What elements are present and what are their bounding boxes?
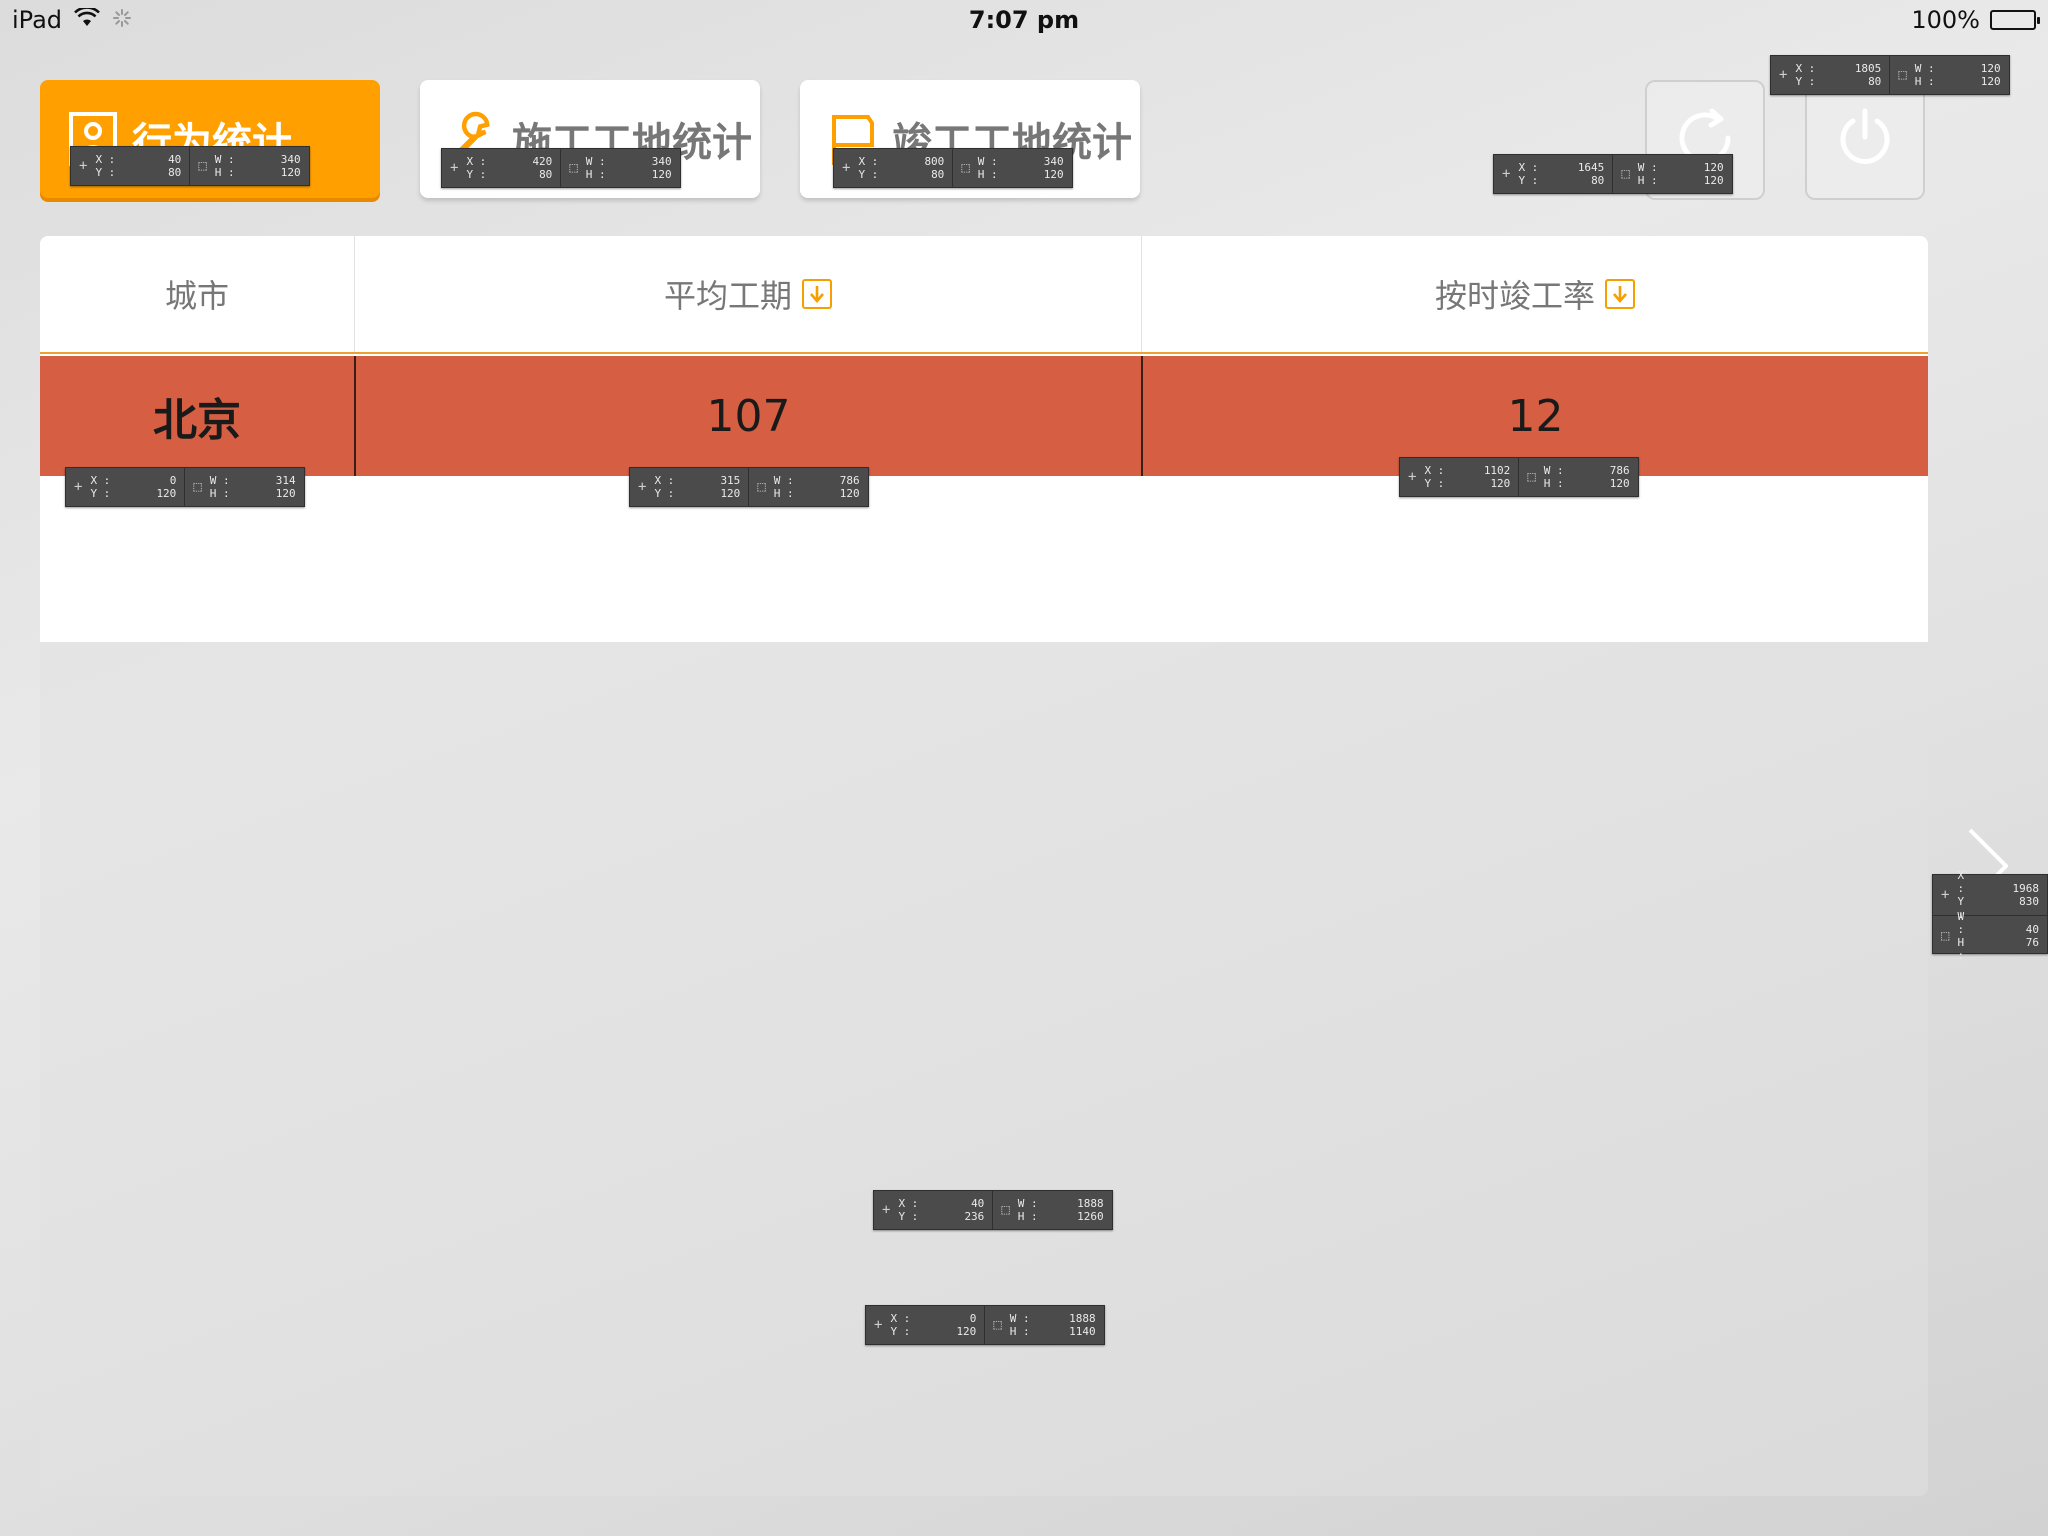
wifi-icon — [74, 6, 100, 34]
status-bar: iPad 7:07 pm 100% — [0, 0, 2048, 40]
status-right: 100% — [1911, 6, 2040, 34]
table-header: 城市 平均工期 按时竣工率 — [40, 236, 1928, 354]
activity-spinner-icon — [112, 6, 132, 34]
dimension-overlay: + X :Y :1645 80 ⬚ W :H :120 120 — [1493, 154, 1733, 194]
power-button[interactable] — [1805, 80, 1925, 200]
header-avg-duration[interactable]: 平均工期 — [354, 236, 1141, 352]
table-row[interactable]: 北京 107 12 — [40, 356, 1928, 476]
dimension-overlay: + X :Y :315 120 ⬚ W :H :786 120 — [629, 467, 869, 507]
dimension-overlay: + X :Y :800 80 ⬚ W :H :340 120 — [833, 148, 1073, 188]
device-name: iPad — [12, 6, 63, 34]
dimension-overlay: + X :Y :1102 120 ⬚ W :H :786 120 — [1399, 457, 1639, 497]
status-left: iPad — [12, 6, 132, 34]
header-on-time-rate[interactable]: 按时竣工率 — [1141, 236, 1928, 352]
dimension-overlay: + X :Y :1805 80 ⬚ W :H :120 120 — [1770, 55, 2010, 95]
status-time: 7:07 pm — [968, 6, 1080, 34]
sort-down-icon[interactable] — [1605, 279, 1635, 309]
dimension-overlay: + X :Y :0 120 ⬚ W :H :1888 1140 — [865, 1305, 1105, 1345]
battery-percent: 100% — [1911, 6, 1980, 34]
dimension-overlay: + X :Y :0 120 ⬚ W :H :314 120 — [65, 467, 305, 507]
dimension-overlay: + X :Y :420 80 ⬚ W :H :340 120 — [441, 148, 681, 188]
header-label: 平均工期 — [663, 277, 792, 315]
cell-city: 北京 — [153, 395, 241, 446]
dimension-overlay: + X :Y :1968 830 ⬚ W :H :40 76 — [1932, 869, 2048, 962]
cell-avg-duration: 107 — [354, 356, 1141, 476]
dimension-overlay: + X :Y :40 236 ⬚ W :H :1888 1260 — [873, 1190, 1113, 1230]
battery-icon — [1990, 10, 2040, 30]
stats-table: 城市 平均工期 按时竣工率 北京 107 12 — [40, 236, 1928, 642]
sort-down-icon[interactable] — [802, 279, 832, 309]
header-label: 按时竣工率 — [1434, 277, 1595, 315]
header-label: 城市 — [164, 277, 229, 315]
header-city: 城市 — [40, 236, 354, 352]
dimension-overlay: + X :Y :40 80 ⬚ W :H :340 120 — [70, 146, 310, 186]
power-icon — [1832, 105, 1898, 175]
